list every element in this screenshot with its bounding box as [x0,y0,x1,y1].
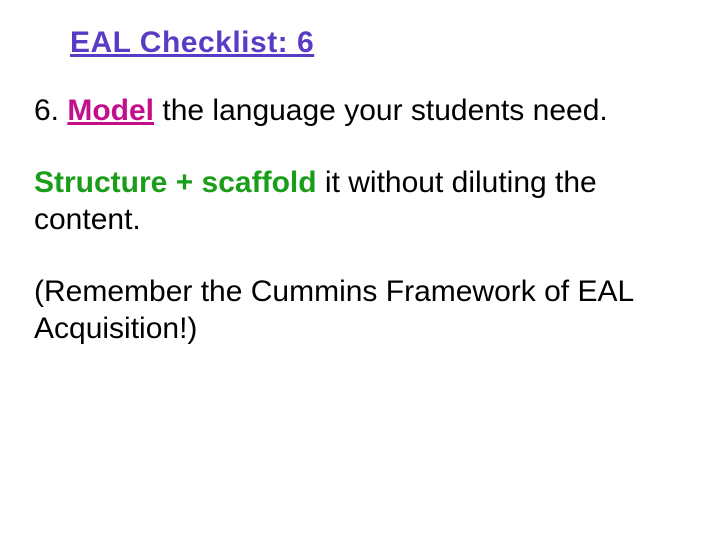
point-6-line: 6. Model the language your students need… [34,92,686,130]
point-6-rest: the language your students need. [154,94,608,127]
slide: EAL Checklist: 6 6. Model the language y… [0,0,720,540]
structure-scaffold-line: Structure + scaffold it without diluting… [34,164,686,239]
slide-title: EAL Checklist: 6 [70,26,686,60]
model-emphasis: Model [67,94,154,127]
cummins-reminder: (Remember the Cummins Framework of EAL A… [34,273,686,348]
scaffold-emphasis: Structure + scaffold [34,166,317,199]
point-6-prefix: 6. [34,94,67,127]
